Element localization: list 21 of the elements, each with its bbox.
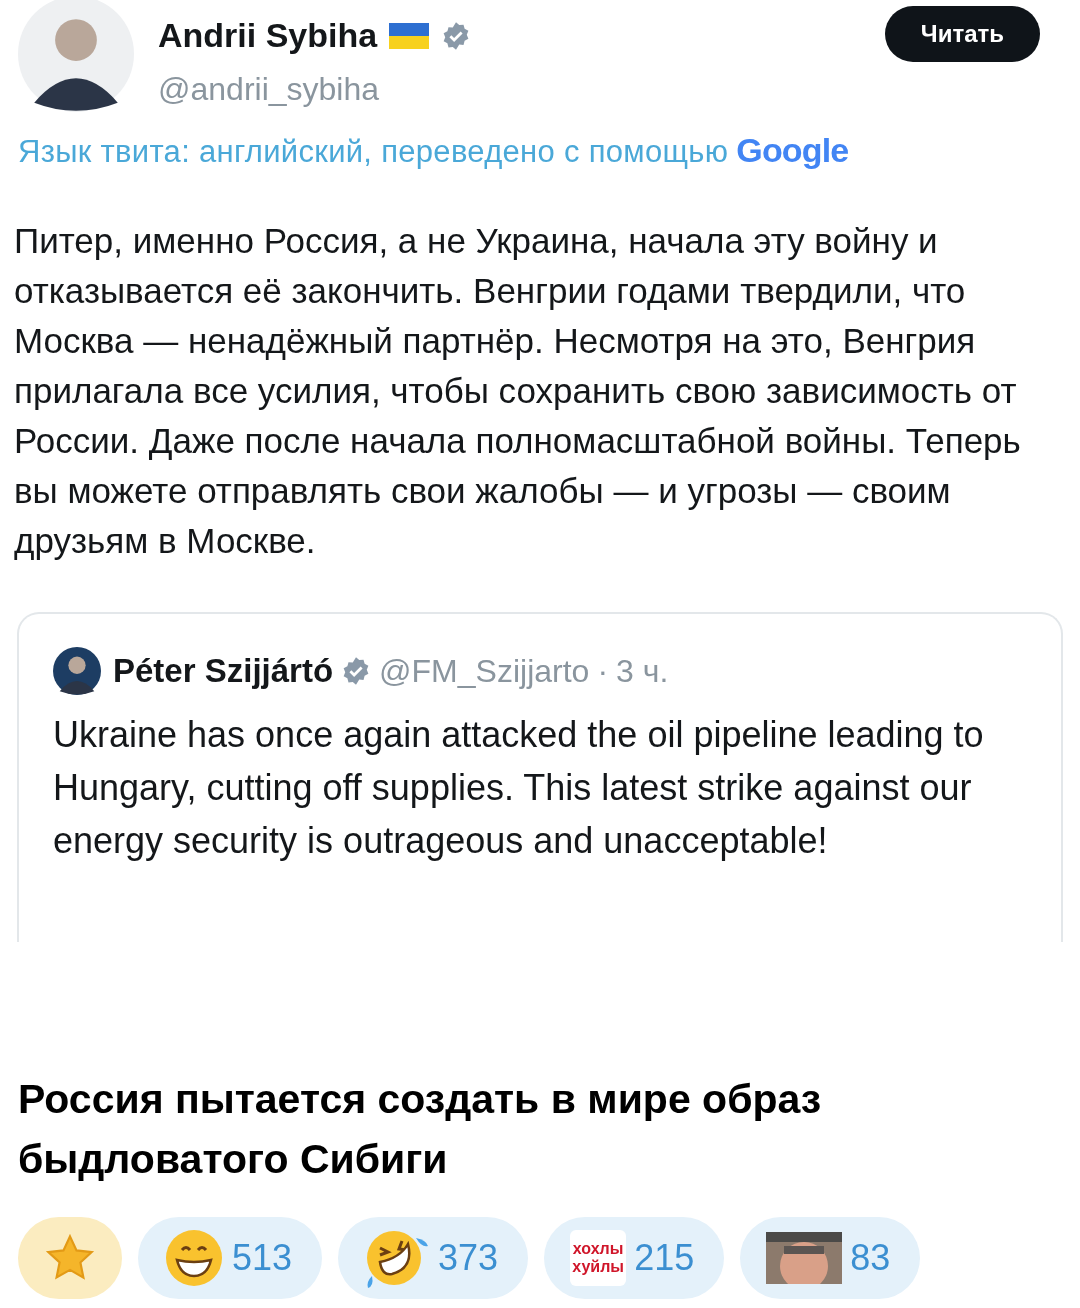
flag-icon — [389, 22, 430, 49]
quoted-time: 3 ч. — [616, 651, 669, 691]
tweet-text: Питер, именно Россия, а не Украина, начала эту войну и отказывается её закончить. Венгрии годами твердили, что Москва — ненадёжный партнёр. Несмотря на это, Венгрия прилагала все усилия, чтобы сохранить свою зависимость от России. Даже после начала полномасштабной войны. Теперь вы можете отправлять свои жалобы — и угрозы — своим друзьям в Москве. — [13, 220, 1022, 562]
avatar-icon[interactable] — [18, 0, 134, 112]
quoted-text: Ukraine has once again attacked the oil pipeline leading to Hungary, cutting off supplies. This latest strike against our energy security is outrageous and unacceptable! — [53, 712, 985, 863]
separator-dot: · — [597, 651, 609, 691]
reaction-pill[interactable]: 373 — [338, 1217, 529, 1299]
author-name: Andrii Sybiha — [158, 15, 378, 56]
author-handle: @andrii_sybiha — [158, 70, 381, 109]
quoted-handle: @FM_Szijjarto — [379, 651, 590, 691]
sticker-text: хохлы хуйлы — [570, 1230, 627, 1286]
avatar-icon[interactable] — [53, 646, 101, 695]
face-photo-icon — [766, 1232, 843, 1284]
reaction-pill[interactable]: 513 — [138, 1217, 323, 1299]
quoted-author-name: Péter Szijjártó — [113, 651, 334, 691]
translation-note: Язык твита: английский, переведено с помощью — [18, 133, 729, 171]
reaction-pill[interactable]: 83 — [740, 1217, 921, 1299]
caption: Россия пытается создать в мире образ быдловатого Сибиги — [17, 1075, 823, 1184]
grinning-face-icon — [164, 1228, 224, 1288]
follow-button[interactable]: Читать — [884, 6, 1040, 62]
google-logo[interactable]: Google — [736, 125, 849, 176]
